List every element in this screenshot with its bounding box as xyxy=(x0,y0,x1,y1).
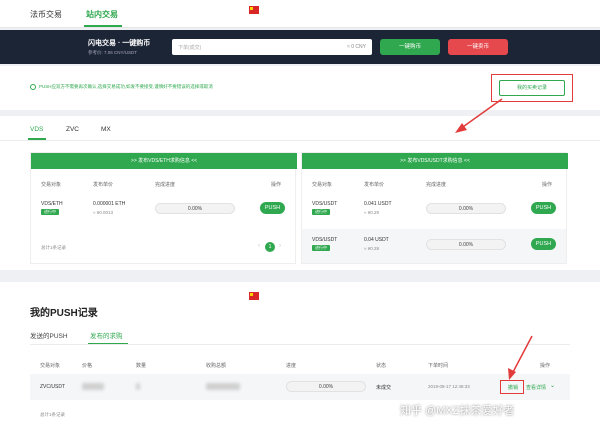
row-pair: VDS/USDT xyxy=(312,201,338,207)
row-progress: 0.00% xyxy=(426,239,506,250)
coin-tab-zvc[interactable]: ZVC xyxy=(66,126,79,133)
prev-page-icon[interactable]: ‹ xyxy=(258,243,260,249)
tab-divider xyxy=(30,344,570,345)
col-pair: 交易对象 xyxy=(312,182,333,188)
notice-text: PUSH应双方不需要再次确认,选择交易成功,如发不要接受,谨慎好不要错误的选择或… xyxy=(39,84,213,89)
row-price-cny: ≈ ¥0.28 xyxy=(364,246,379,251)
total-records: 总计1条记录 xyxy=(40,412,66,417)
status-tag: 进行中 xyxy=(312,209,330,215)
col-amount: 数量 xyxy=(136,363,147,369)
coin-tab-mx[interactable]: MX xyxy=(101,126,111,133)
quick-trade-banner: 闪电交易 · 一键购币 参考价: 7.06 CNY/USDT 下单(成交) ≈ … xyxy=(0,30,600,64)
publish-vds-eth-button[interactable]: >> 发布VDS/ETH求购信息 << xyxy=(31,153,297,169)
watermark: 知乎 @MXZ抹茶爱好者 xyxy=(400,405,515,417)
col-action: 操作 xyxy=(540,363,551,369)
status-tag: 进行中 xyxy=(41,209,59,215)
quick-buy-button[interactable]: 一键购币 xyxy=(380,39,440,55)
row-time: 2019-08-17 12:48:33 xyxy=(428,384,470,389)
col-status: 状态 xyxy=(376,363,387,369)
nav-tab-spot[interactable]: 站内交易 xyxy=(86,9,118,20)
view-detail-link[interactable]: 查看详情 xyxy=(526,384,546,391)
col-action: 操作 xyxy=(542,182,553,188)
total-records: 总计1条记录 xyxy=(41,245,67,250)
table-row: VDS/USDT 进行中 0.041 USDT ≈ ¥0.29 0.00% PU… xyxy=(302,193,566,227)
records-title: 我的PUSH记录 xyxy=(30,308,98,319)
push-button[interactable]: PUSH xyxy=(531,238,556,250)
row-progress: 0.00% xyxy=(286,381,366,392)
top-nav: 法币交易 站内交易 xyxy=(0,0,600,28)
row-status: 未成交 xyxy=(376,385,392,391)
row-price-cny: ≈ ¥0.29 xyxy=(364,210,379,215)
row-price: 0.041 USDT xyxy=(364,201,392,207)
banner-title: 闪电交易 · 一键购币 xyxy=(88,40,151,47)
push-button[interactable]: PUSH xyxy=(531,202,556,214)
publish-vds-usdt-button[interactable]: >> 发布VDS/USDT求购信息 << xyxy=(302,153,568,169)
col-price: 价格 xyxy=(82,363,93,369)
tab-divider xyxy=(0,140,600,141)
row-price: 0.04 USDT xyxy=(364,237,389,243)
push-button[interactable]: PUSH xyxy=(260,202,285,214)
row-price-redacted xyxy=(82,383,104,390)
annotation-arrow xyxy=(455,98,503,133)
ref-price: 参考价: 7.06 CNY/USDT xyxy=(88,50,138,55)
row-amount-redacted xyxy=(136,383,140,390)
nav-tab-fiat[interactable]: 法币交易 xyxy=(30,9,62,20)
tab-sent-push[interactable]: 发送的PUSH xyxy=(30,330,68,340)
notice-bar: PUSH应双方不需要再次确认,选择交易成功,如发不要接受,谨慎好不要错误的选择或… xyxy=(0,66,600,110)
row-pair: ZVC/USDT xyxy=(40,384,65,390)
left-order-panel: >> 发布VDS/ETH求购信息 << 交易对象 发布单价 完成进度 操作 VD… xyxy=(30,152,297,264)
col-pair: 交易对象 xyxy=(40,363,61,369)
row-pair: VDS/USDT xyxy=(312,237,338,243)
col-progress: 进度 xyxy=(286,363,297,369)
coin-tab-vds[interactable]: VDS xyxy=(30,126,43,133)
row-price: 0.000001 ETH xyxy=(93,201,126,207)
table-row: VDS/USDT 进行中 0.04 USDT ≈ ¥0.28 0.00% PUS… xyxy=(302,229,566,263)
china-flag-icon xyxy=(249,6,259,14)
status-tag: 进行中 xyxy=(312,245,330,251)
table-row: VDS/ETH 进行中 0.000001 ETH ≈ ¥0.0013 0.00%… xyxy=(31,193,295,227)
amount-input[interactable]: 下单(成交) ≈ 0 CNY xyxy=(172,39,372,55)
my-trade-records-button[interactable]: 我的买卖记录 xyxy=(499,80,565,96)
info-icon xyxy=(30,84,36,90)
row-progress: 0.00% xyxy=(426,203,506,214)
row-pair: VDS/ETH xyxy=(41,201,63,207)
tab-published-orders[interactable]: 发布的求购 xyxy=(90,330,123,340)
row-progress: 0.00% xyxy=(155,203,235,214)
col-total: 收购总额 xyxy=(206,363,227,369)
col-price: 发布单价 xyxy=(93,182,114,188)
chevron-down-icon[interactable]: ⌄ xyxy=(550,382,555,389)
annotation-arrow xyxy=(508,335,533,380)
col-pair: 交易对象 xyxy=(41,182,62,188)
coin-section: VDS ZVC MX >> 发布VDS/ETH求购信息 << 交易对象 发布单价… xyxy=(0,116,600,270)
col-action: 操作 xyxy=(271,182,282,188)
china-flag-icon xyxy=(249,292,259,300)
table-row: ZVC/USDT 0.00% 未成交 2019-08-17 12:48:33 撤… xyxy=(30,374,570,400)
col-time: 下单时间 xyxy=(428,363,449,369)
page-number[interactable]: 1 xyxy=(265,242,275,252)
row-price-cny: ≈ ¥0.0013 xyxy=(93,210,113,215)
right-order-panel: >> 发布VDS/USDT求购信息 << 交易对象 发布单价 完成进度 操作 V… xyxy=(301,152,568,264)
quick-sell-button[interactable]: 一键卖币 xyxy=(448,39,508,55)
col-progress: 完成进度 xyxy=(155,182,176,188)
col-progress: 完成进度 xyxy=(426,182,447,188)
row-total-redacted xyxy=(206,383,240,390)
nav-tab-underline xyxy=(84,25,122,27)
next-page-icon[interactable]: › xyxy=(279,243,281,249)
col-price: 发布单价 xyxy=(364,182,385,188)
